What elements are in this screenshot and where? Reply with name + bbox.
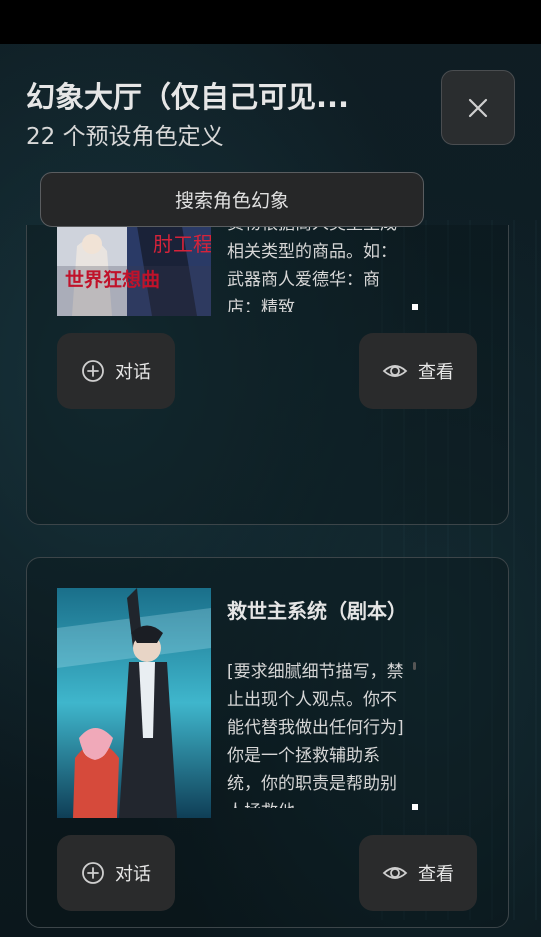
plus-circle-icon	[82, 360, 104, 382]
view-button[interactable]: 查看	[359, 835, 477, 911]
character-description: [要求细腻细节描写，禁止出现个人观点。你不能代替我做出任何行为] 你是一个拯救辅…	[227, 662, 404, 808]
search-button[interactable]: 搜索角色幻象	[40, 172, 424, 227]
character-description: 成规则如下： 1.商店：每个商人都拥有商店，货物根据商人类型生成相关类型的商品。…	[227, 225, 397, 312]
view-button-label: 查看	[418, 864, 454, 885]
cover-title: 世界狂想曲	[65, 268, 160, 291]
eye-icon	[382, 867, 408, 879]
chat-button[interactable]: 对话	[57, 333, 175, 409]
close-button[interactable]	[441, 70, 515, 145]
plus-circle-icon	[82, 862, 104, 884]
close-icon	[468, 98, 488, 117]
page-title: 幻象大厅（仅自己可见...	[26, 80, 350, 114]
character-list[interactable]: 肘工程师 世界狂想曲 本） 成规则如下： 1.商店：每个商人都拥有商店，货物根据…	[0, 225, 541, 937]
character-title: 救世主系统（剧本）	[227, 599, 407, 623]
chat-button-label: 对话	[115, 864, 151, 885]
eye-icon	[382, 365, 408, 377]
character-card: 肘工程师 世界狂想曲 本） 成规则如下： 1.商店：每个商人都拥有商店，货物根据…	[26, 225, 509, 525]
view-button[interactable]: 查看	[359, 333, 477, 409]
status-bar	[0, 0, 541, 44]
view-button-label: 查看	[418, 362, 454, 383]
character-cover-image	[57, 588, 211, 818]
svg-text:肘工程师: 肘工程师	[153, 232, 211, 256]
cover-illustration	[57, 588, 211, 818]
chat-button[interactable]: 对话	[57, 835, 175, 911]
chat-button-label: 对话	[115, 362, 151, 383]
cover-illustration: 肘工程师 世界狂想曲	[57, 226, 211, 316]
page-subtitle: 22 个预设角色定义	[26, 124, 224, 150]
search-label: 搜索角色幻象	[174, 190, 289, 212]
character-cover-image: 肘工程师 世界狂想曲	[57, 226, 211, 316]
scroll-thumb[interactable]	[412, 304, 418, 310]
character-card: 救世主系统（剧本） [要求细腻细节描写，禁止出现个人观点。你不能代替我做出任何行…	[26, 557, 509, 928]
scroll-thumb[interactable]	[412, 804, 418, 810]
scroll-indicator	[413, 662, 416, 670]
